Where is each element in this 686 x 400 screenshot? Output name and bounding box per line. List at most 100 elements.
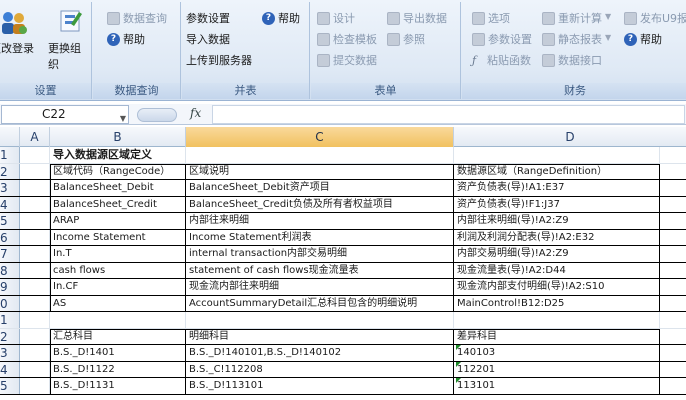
- change-org-button[interactable]: 更换组织: [48, 8, 91, 72]
- row-header[interactable]: 2: [0, 328, 20, 344]
- cell-b[interactable]: 区域代码（RangeCode）: [50, 163, 186, 179]
- cell-c[interactable]: internal transaction内部交易明细: [186, 246, 454, 262]
- finance-help-button[interactable]: ? 帮助: [624, 31, 662, 47]
- cell-c[interactable]: BalanceSheet_Credit负债及所有者权益项目: [186, 196, 454, 212]
- row-header[interactable]: 7: [0, 246, 20, 262]
- cell-a[interactable]: [20, 147, 50, 163]
- cell-d[interactable]: 113101: [454, 378, 660, 394]
- cell-c[interactable]: statement of cash flows现金流量表: [186, 262, 454, 278]
- cell-d[interactable]: 140103: [454, 345, 660, 361]
- cell-c[interactable]: [186, 312, 454, 328]
- cell-c[interactable]: 现金流内部往来明细: [186, 279, 454, 295]
- cell-c[interactable]: [186, 147, 454, 163]
- cell-a[interactable]: [20, 262, 50, 278]
- cell-b[interactable]: B.S._D!1122: [50, 361, 186, 377]
- export-data-button[interactable]: 导出数据: [387, 10, 447, 26]
- cell-a[interactable]: [20, 246, 50, 262]
- cell-c[interactable]: 区域说明: [186, 163, 454, 179]
- cell-a[interactable]: [20, 229, 50, 245]
- formula-bar-splitter[interactable]: [137, 108, 177, 122]
- data-query-help-button[interactable]: ? 帮助: [107, 31, 145, 47]
- row-header[interactable]: 8: [0, 262, 20, 278]
- cell-c[interactable]: AccountSummaryDetail汇总科目包含的明细说明: [186, 295, 454, 311]
- cell-b[interactable]: 导入数据源区域定义: [50, 147, 186, 163]
- cell-d[interactable]: MainControl!B12:D25: [454, 295, 660, 311]
- cell-a[interactable]: [20, 180, 50, 196]
- cell-c[interactable]: B.S._C!112208: [186, 361, 454, 377]
- select-all-corner[interactable]: [0, 127, 20, 147]
- cell-d[interactable]: 内部往来明细(导)!A2:Z9: [454, 213, 660, 229]
- cell-d[interactable]: 数据源区域（RangeDefinition）: [454, 163, 660, 179]
- cell-a[interactable]: [20, 345, 50, 361]
- cell-b[interactable]: BalanceSheet_Credit: [50, 196, 186, 212]
- column-header-a[interactable]: A: [20, 127, 50, 147]
- cell-a[interactable]: [20, 163, 50, 179]
- row-header[interactable]: 0: [0, 295, 20, 311]
- column-header-d[interactable]: D: [454, 127, 686, 147]
- cell-b[interactable]: In.T: [50, 246, 186, 262]
- cell-b[interactable]: [50, 312, 186, 328]
- cell-a[interactable]: [20, 213, 50, 229]
- reference-button[interactable]: 参照: [387, 31, 425, 47]
- row-header[interactable]: 1: [0, 312, 20, 328]
- data-query-button[interactable]: 数据查询: [107, 10, 167, 26]
- cell-d[interactable]: 内部交易明细(导)!A2:Z9: [454, 246, 660, 262]
- cell-d[interactable]: [454, 147, 660, 163]
- row-header[interactable]: 1: [0, 147, 20, 163]
- cell-b[interactable]: BalanceSheet_Debit: [50, 180, 186, 196]
- cell-d[interactable]: 现金流内部支付明细(导)!A2:S10: [454, 279, 660, 295]
- cell-a[interactable]: [20, 279, 50, 295]
- cell-d[interactable]: 现金流量表(导)!A2:D44: [454, 262, 660, 278]
- cell-d[interactable]: 资产负债表(导)!F1:J37: [454, 196, 660, 212]
- cell-d[interactable]: 资产负债表(导)!A1:E37: [454, 180, 660, 196]
- formula-input[interactable]: [212, 105, 685, 124]
- check-template-button[interactable]: 检查模板: [317, 31, 377, 47]
- cell-b[interactable]: AS: [50, 295, 186, 311]
- options-button[interactable]: 选项: [472, 10, 510, 26]
- row-header[interactable]: 9: [0, 279, 20, 295]
- cell-b[interactable]: Income Statement: [50, 229, 186, 245]
- submit-data-button[interactable]: 提交数据: [317, 52, 377, 68]
- chevron-down-icon[interactable]: ▼: [120, 110, 126, 127]
- finance-param-settings-button[interactable]: 参数设置: [472, 31, 532, 47]
- cell-d[interactable]: 利润及利润分配表(导)!A2:E32: [454, 229, 660, 245]
- cell-a[interactable]: [20, 312, 50, 328]
- data-interface-button[interactable]: 数据接口: [542, 52, 602, 68]
- row-header[interactable]: 4: [0, 361, 20, 377]
- cell-a[interactable]: [20, 328, 50, 344]
- row-header[interactable]: 5: [0, 378, 20, 394]
- cell-b[interactable]: B.S._D!1401: [50, 345, 186, 361]
- cell-c[interactable]: B.S._D!140101,B.S._D!140102: [186, 345, 454, 361]
- insert-function-button[interactable]: fx: [190, 106, 201, 120]
- column-header-b[interactable]: B: [50, 127, 186, 147]
- cell-a[interactable]: [20, 361, 50, 377]
- cell-b[interactable]: In.CF: [50, 279, 186, 295]
- paste-function-button[interactable]: ƒ 粘贴函数: [472, 52, 531, 68]
- cell-d[interactable]: [454, 312, 660, 328]
- change-login-button[interactable]: 更改登录: [0, 8, 34, 56]
- cell-c[interactable]: 内部往来明细: [186, 213, 454, 229]
- row-header[interactable]: 5: [0, 213, 20, 229]
- merge-help-button[interactable]: ? 帮助: [262, 10, 300, 26]
- publish-button[interactable]: 发布U9报: [624, 10, 686, 26]
- static-report-button[interactable]: 静态报表 ▼: [542, 31, 613, 47]
- cell-b[interactable]: 汇总科目: [50, 328, 186, 344]
- cell-a[interactable]: [20, 196, 50, 212]
- cell-b[interactable]: B.S._D!1131: [50, 378, 186, 394]
- cell-c[interactable]: B.S._D!113101: [186, 378, 454, 394]
- row-header[interactable]: 2: [0, 163, 20, 179]
- row-header[interactable]: 4: [0, 196, 20, 212]
- merge-param-settings-button[interactable]: 参数设置: [186, 10, 230, 26]
- name-box[interactable]: C22 ▼: [1, 105, 129, 124]
- cell-b[interactable]: cash flows: [50, 262, 186, 278]
- cell-a[interactable]: [20, 378, 50, 394]
- cell-a[interactable]: [20, 295, 50, 311]
- row-header[interactable]: 3: [0, 345, 20, 361]
- cell-b[interactable]: ARAP: [50, 213, 186, 229]
- cell-c[interactable]: BalanceSheet_Debit资产项目: [186, 180, 454, 196]
- cell-c[interactable]: 明细科目: [186, 328, 454, 344]
- column-header-c[interactable]: C: [186, 127, 454, 147]
- cell-c[interactable]: Income Statement利润表: [186, 229, 454, 245]
- import-data-button[interactable]: 导入数据: [186, 31, 230, 47]
- row-header[interactable]: 6: [0, 229, 20, 245]
